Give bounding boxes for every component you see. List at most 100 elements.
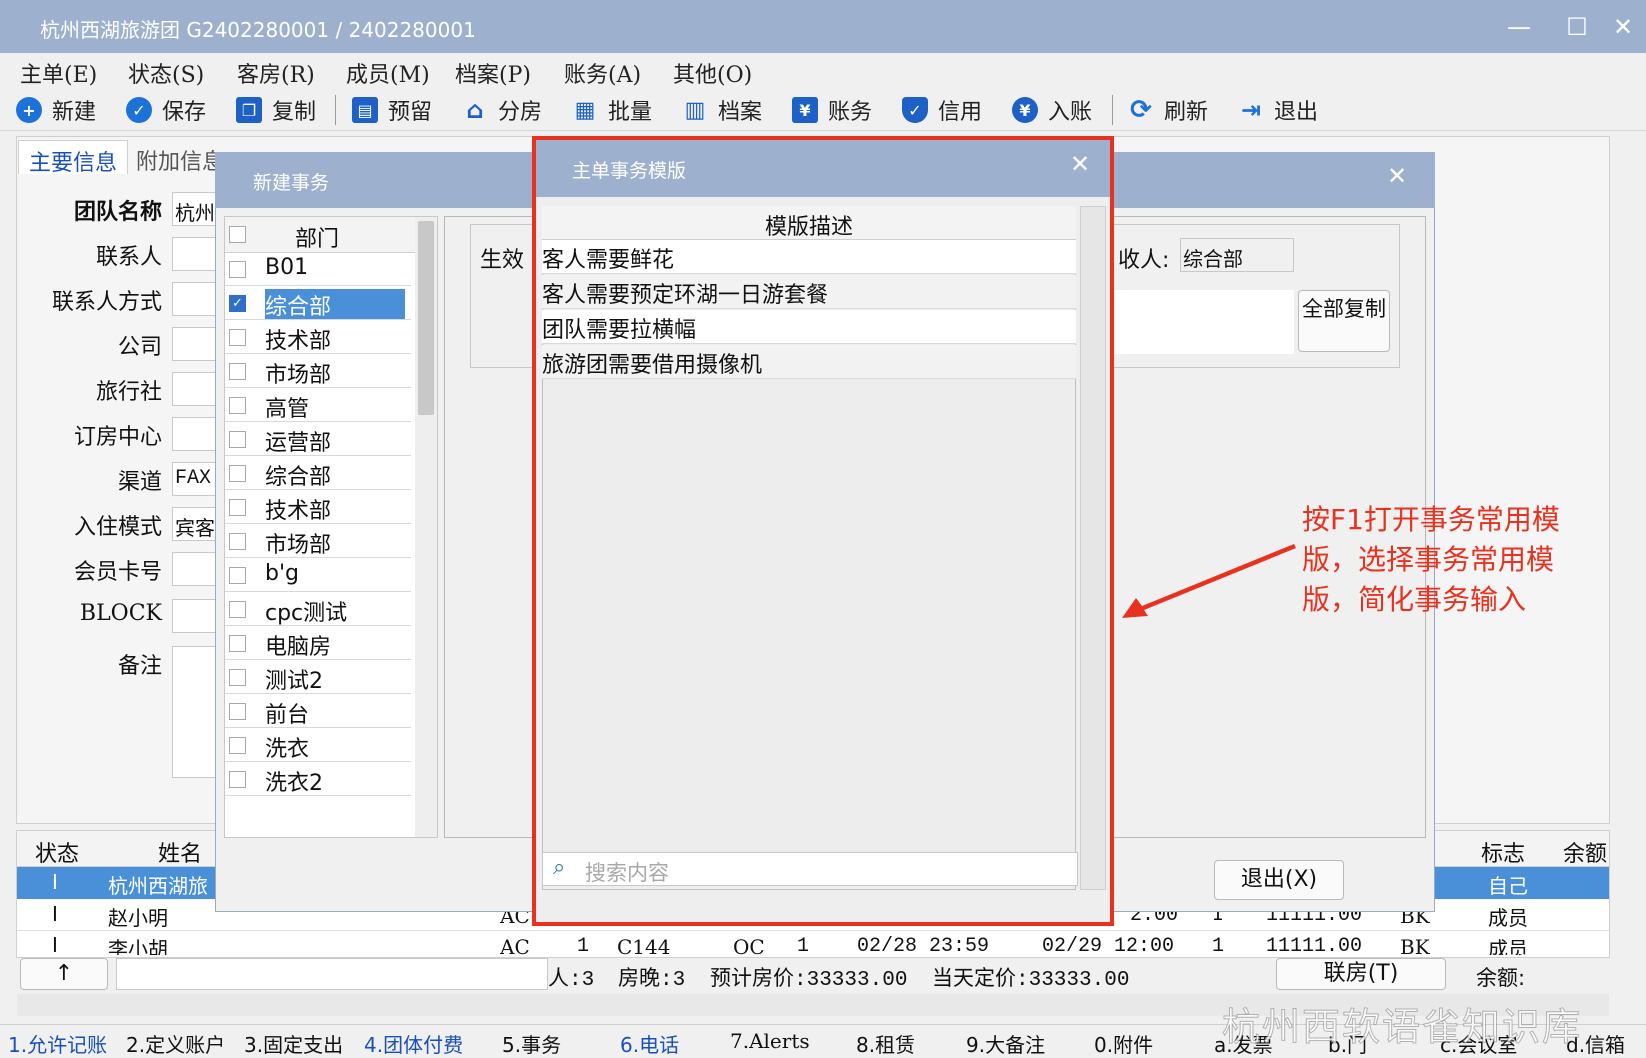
reserve-button[interactable]: ▤ 预留 xyxy=(352,93,432,127)
menu-profile[interactable]: 档案(P) xyxy=(455,57,531,89)
select-all-checkbox[interactable] xyxy=(229,226,246,243)
member-card-input[interactable] xyxy=(172,552,216,586)
department-checkbox[interactable] xyxy=(229,771,246,788)
refresh-button[interactable]: ⟳ 刷新 xyxy=(1128,93,1208,127)
scrollbar-thumb[interactable] xyxy=(418,221,434,415)
department-item[interactable]: B01 xyxy=(225,253,411,286)
contact-method-label: 联系人方式 xyxy=(51,290,162,315)
menu-member[interactable]: 成员(M) xyxy=(346,57,430,89)
department-checkbox[interactable] xyxy=(229,397,246,414)
save-button[interactable]: ✓ 保存 xyxy=(126,93,206,127)
tab-fixed-expense[interactable]: 3.固定支出 xyxy=(244,1029,343,1058)
tab-transaction[interactable]: 5.事务 xyxy=(502,1029,561,1058)
department-item[interactable]: 洗衣 xyxy=(225,729,411,762)
dialog-exit-button[interactable]: 退出(X) xyxy=(1214,860,1344,900)
menu-main[interactable]: 主单(E) xyxy=(20,57,97,89)
grid-header-balance[interactable]: 余额 xyxy=(1560,836,1610,870)
credit-button[interactable]: ✓ 信用 xyxy=(902,93,982,127)
department-checkbox[interactable] xyxy=(229,261,246,278)
department-checkbox[interactable] xyxy=(229,737,246,754)
menu-other[interactable]: 其他(O) xyxy=(673,57,752,89)
joint-room-button[interactable]: 联房(T) xyxy=(1276,958,1446,990)
department-checkbox[interactable] xyxy=(229,703,246,720)
contact-input[interactable] xyxy=(172,237,216,271)
tab-rental[interactable]: 8.租赁 xyxy=(856,1029,915,1058)
close-icon[interactable]: ✕ xyxy=(1387,162,1407,190)
block-input[interactable] xyxy=(172,599,216,633)
menu-account[interactable]: 账务(A) xyxy=(564,57,641,89)
template-column-header[interactable]: 模版描述 xyxy=(542,206,1076,240)
department-item[interactable]: 运营部 xyxy=(225,423,411,456)
tab-define-account[interactable]: 2.定义账户 xyxy=(126,1029,225,1058)
profile-button[interactable]: ▥ 档案 xyxy=(682,93,762,127)
department-item[interactable]: 综合部 xyxy=(225,457,411,490)
template-row[interactable]: 客人需要鲜花 xyxy=(542,240,1076,274)
tab-group-payment[interactable]: 4.团体付费 xyxy=(364,1029,463,1058)
batch-button[interactable]: ▦ 批量 xyxy=(572,93,652,127)
department-item[interactable]: 技术部 xyxy=(225,321,411,354)
tab-phone[interactable]: 6.电话 xyxy=(620,1029,679,1058)
department-checkbox[interactable] xyxy=(229,669,246,686)
department-item[interactable]: 测试2 xyxy=(225,661,411,694)
grid-header-status[interactable]: 状态 xyxy=(22,836,92,870)
exit-button[interactable]: ⇥ 退出 xyxy=(1238,93,1318,127)
department-scrollbar[interactable] xyxy=(415,217,437,837)
department-item[interactable]: cpc测试 xyxy=(225,593,411,626)
receiver-field[interactable]: 综合部 xyxy=(1180,238,1294,272)
department-checkbox[interactable] xyxy=(229,601,246,618)
department-item[interactable]: b'g xyxy=(225,559,411,592)
tab-big-remark[interactable]: 9.大备注 xyxy=(966,1029,1045,1058)
checkin-mode-input[interactable]: 宾客 xyxy=(172,507,216,541)
department-checkbox[interactable] xyxy=(229,499,246,516)
menu-status[interactable]: 状态(S) xyxy=(128,57,204,89)
department-item[interactable]: 电脑房 xyxy=(225,627,411,660)
department-item[interactable]: 高管 xyxy=(225,389,411,422)
remark-textarea[interactable] xyxy=(172,646,216,778)
department-checkbox[interactable] xyxy=(229,533,246,550)
department-checkbox[interactable] xyxy=(229,465,246,482)
up-arrow-button[interactable]: ↑ xyxy=(20,958,108,990)
maximize-icon[interactable]: ☐ xyxy=(1560,10,1594,44)
minimize-icon[interactable]: — xyxy=(1502,10,1536,44)
table-row[interactable]: I 李小胡 AC 1 C144 OC 1 02/28 23:59 02/29 1… xyxy=(17,931,1609,955)
template-scrollbar[interactable] xyxy=(1080,206,1106,890)
copy-button[interactable]: ❐ 复制 xyxy=(236,93,316,127)
tab-alerts[interactable]: 7.Alerts xyxy=(730,1029,810,1053)
tab-attachment[interactable]: 0.附件 xyxy=(1094,1029,1153,1058)
template-row[interactable]: 客人需要预定环湖一日游套餐 xyxy=(542,275,1076,309)
agency-input[interactable] xyxy=(172,372,216,406)
department-checkbox[interactable] xyxy=(229,329,246,346)
new-button[interactable]: + 新建 xyxy=(16,93,96,127)
contact-method-input[interactable] xyxy=(172,282,216,316)
split-room-button[interactable]: ⌂ 分房 xyxy=(462,93,542,127)
department-checkbox[interactable] xyxy=(229,635,246,652)
channel-input[interactable]: FAX xyxy=(172,462,216,496)
close-icon[interactable]: ✕ xyxy=(1606,10,1640,44)
department-item[interactable]: 技术部 xyxy=(225,491,411,524)
department-item[interactable]: 前台 xyxy=(225,695,411,728)
department-item[interactable]: 市场部 xyxy=(225,355,411,388)
department-checkbox[interactable] xyxy=(229,363,246,380)
quick-input[interactable] xyxy=(116,958,548,990)
department-checkbox[interactable]: ✓ xyxy=(229,295,246,312)
tab-main-info[interactable]: 主要信息 xyxy=(18,140,129,176)
grid-header-flag[interactable]: 标志 xyxy=(1468,836,1538,870)
close-icon[interactable]: ✕ xyxy=(1070,150,1090,178)
post-button[interactable]: ¥ 入账 xyxy=(1012,93,1092,127)
department-checkbox[interactable] xyxy=(229,567,246,584)
copy-all-button[interactable]: 全部复制 xyxy=(1298,290,1390,352)
menu-room[interactable]: 客房(R) xyxy=(237,57,315,89)
account-button[interactable]: ¥ 账务 xyxy=(792,93,872,127)
template-row[interactable]: 旅游团需要借用摄像机 xyxy=(542,345,1076,379)
department-item[interactable]: 洗衣2 xyxy=(225,763,411,796)
template-row[interactable]: 团队需要拉横幅 xyxy=(542,310,1076,344)
department-checkbox[interactable] xyxy=(229,431,246,448)
tab-allow-posting[interactable]: 1.允许记账 xyxy=(8,1029,107,1058)
template-search-input[interactable]: ⌕ 搜索内容 xyxy=(542,852,1078,886)
receiver-list[interactable] xyxy=(1114,290,1294,354)
group-name-input[interactable]: 杭州 xyxy=(172,192,216,226)
booking-center-input[interactable] xyxy=(172,417,216,451)
department-item[interactable]: ✓ 综合部 xyxy=(225,287,411,320)
company-input[interactable] xyxy=(172,327,216,361)
department-item[interactable]: 市场部 xyxy=(225,525,411,558)
